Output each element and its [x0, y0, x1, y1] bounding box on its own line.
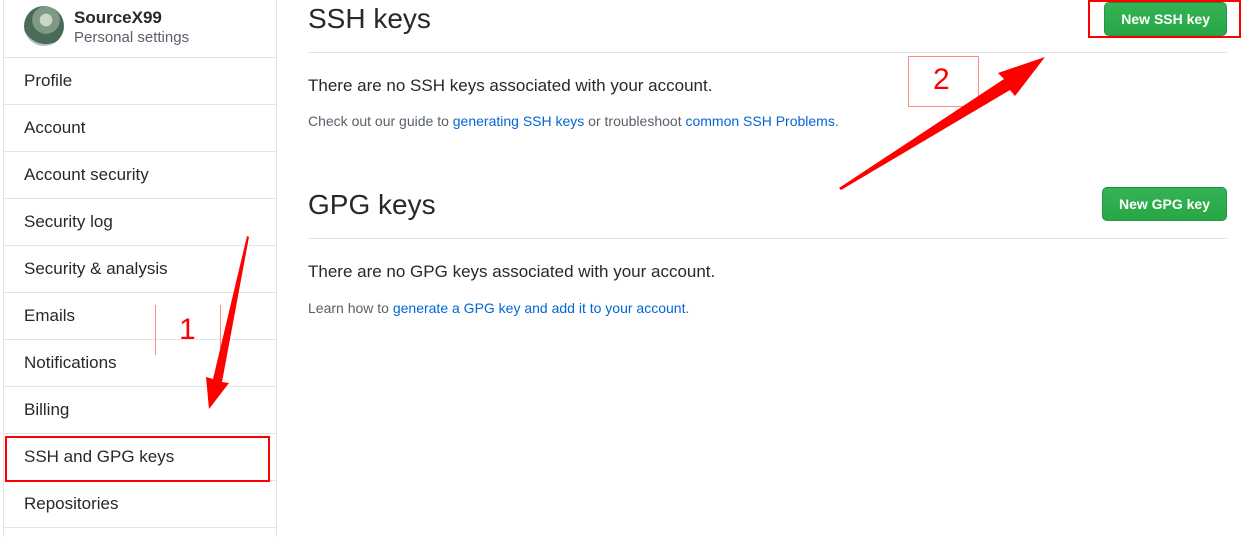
- annotation-arrows: [206, 57, 1045, 409]
- annotation-arrow-1: [206, 236, 249, 409]
- annotation-arrow-2: [839, 57, 1045, 190]
